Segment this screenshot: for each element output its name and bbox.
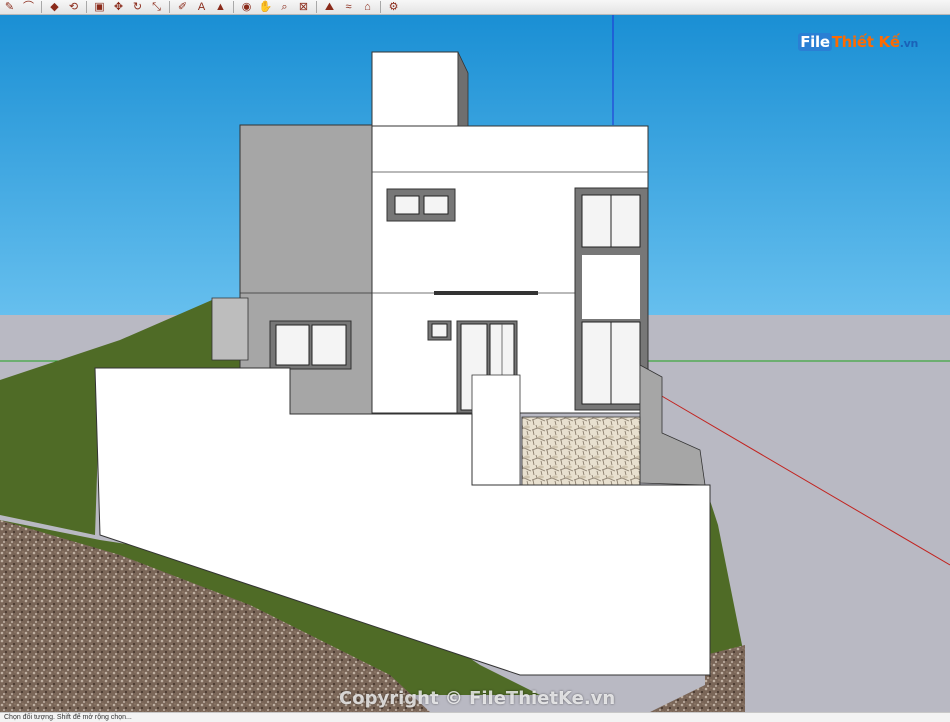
zoom-tool-button[interactable]: ⌕ xyxy=(275,1,294,14)
sandbox-tool-button[interactable]: ⛰ xyxy=(320,1,339,14)
canopy-ledge xyxy=(434,291,538,295)
zoom-extents-icon: ⊠ xyxy=(298,0,309,13)
window-ground-small xyxy=(427,320,452,341)
model-viewport[interactable]: File Thiết Kế.vn Copyright © FileThietKe.… xyxy=(0,15,950,712)
paint-bucket-tool-button[interactable]: ▲ xyxy=(211,1,230,14)
extension-icon: ⚙ xyxy=(388,0,399,13)
stair-tower xyxy=(371,51,459,127)
pan-icon: ✋ xyxy=(258,0,273,13)
zoom-extents-tool-button[interactable]: ⊠ xyxy=(294,1,313,14)
eraser-tool-button[interactable]: ◆ xyxy=(45,1,64,14)
smoove-icon: ≈ xyxy=(345,0,352,13)
follow-me-icon: ↻ xyxy=(132,0,143,13)
scale-icon: ⤡ xyxy=(152,0,161,13)
rotate-tool-button[interactable]: ⟲ xyxy=(64,1,83,14)
rotate-icon: ⟲ xyxy=(68,0,79,13)
pencil-tool-button[interactable]: ✎ xyxy=(0,1,19,14)
logo-part-file: File xyxy=(798,33,832,51)
move-tool-button[interactable]: ✥ xyxy=(109,1,128,14)
logo-part-vn: .vn xyxy=(899,37,919,50)
zoom-icon: ⌕ xyxy=(281,0,288,13)
push-pull-tool-button[interactable]: ▣ xyxy=(90,1,109,14)
site-logo: File Thiết Kế.vn xyxy=(798,33,918,51)
arc-tool-button[interactable]: ⌒ xyxy=(19,1,38,14)
toolbar-separator xyxy=(169,1,170,13)
toolbar-separator xyxy=(41,1,42,13)
main-toolbar: ✎ ⌒ ◆ ⟲ ▣ ✥ ↻ ⤡ ✐ A ▲ ◉ ✋ ⌕ ⊠ ⛰ ≈ ⌂ ⚙ xyxy=(0,0,950,15)
move-icon: ✥ xyxy=(113,0,124,13)
toolbar-separator xyxy=(86,1,87,13)
orbit-icon: ◉ xyxy=(241,0,252,13)
smoove-tool-button[interactable]: ≈ xyxy=(339,1,358,14)
orbit-tool-button[interactable]: ◉ xyxy=(237,1,256,14)
entry-steps xyxy=(471,374,521,486)
side-wall-left xyxy=(211,297,249,361)
pan-tool-button[interactable]: ✋ xyxy=(256,1,275,14)
pencil-icon: ✎ xyxy=(4,0,15,13)
window-upper-tall xyxy=(574,187,649,411)
text-icon: A xyxy=(197,0,206,13)
scale-tool-button[interactable]: ⤡ xyxy=(147,1,166,14)
status-bar: Chọn đối tượng. Shift để mở rộng chọn... xyxy=(0,712,950,722)
tape-measure-icon: ✐ xyxy=(177,0,188,13)
scene-canvas[interactable] xyxy=(0,15,950,712)
toolbar-separator xyxy=(316,1,317,13)
toolbar-separator xyxy=(380,1,381,13)
sandbox-icon: ⛰ xyxy=(324,0,335,13)
stamp-icon: ⌂ xyxy=(364,0,371,13)
window-upper-small xyxy=(386,188,456,222)
follow-me-tool-button[interactable]: ↻ xyxy=(128,1,147,14)
window-grey-volume xyxy=(269,320,352,370)
arc-icon: ⌒ xyxy=(23,0,34,13)
extension-tool-button[interactable]: ⚙ xyxy=(384,1,403,14)
stamp-tool-button[interactable]: ⌂ xyxy=(358,1,377,14)
tape-measure-tool-button[interactable]: ✐ xyxy=(173,1,192,14)
text-tool-button[interactable]: A xyxy=(192,1,211,14)
copyright-watermark: Copyright © FileThietKe.vn xyxy=(339,688,616,709)
paint-bucket-icon: ▲ xyxy=(215,0,226,13)
push-pull-icon: ▣ xyxy=(94,0,105,13)
logo-part-thietke: Thiết Kế xyxy=(831,33,900,51)
toolbar-separator xyxy=(233,1,234,13)
stone-cladding-wall xyxy=(521,416,641,486)
eraser-icon: ◆ xyxy=(50,0,59,13)
